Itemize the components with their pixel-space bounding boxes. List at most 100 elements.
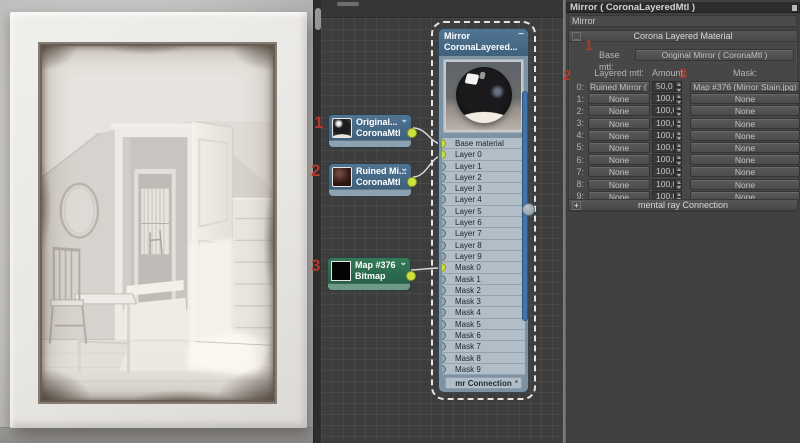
node-slot[interactable]: Layer 7 xyxy=(442,228,525,239)
layered-mtl-button[interactable]: None xyxy=(588,93,650,104)
chevron-down-icon[interactable]: ⌄ xyxy=(400,164,408,174)
slot-socket[interactable] xyxy=(442,252,446,261)
amount-spinner[interactable] xyxy=(675,130,682,141)
rollout-header[interactable]: _ Corona Layered Material xyxy=(569,31,797,42)
amount-spinner[interactable] xyxy=(675,166,682,177)
output-socket[interactable] xyxy=(407,177,417,187)
chevron-down-icon[interactable]: ⌄ xyxy=(399,258,407,268)
node-slot[interactable]: Base material xyxy=(442,138,525,149)
collapse-minus-icon[interactable]: _ xyxy=(572,32,581,41)
collapsed-body[interactable] xyxy=(329,140,411,147)
amount-spinner[interactable] xyxy=(675,118,682,129)
amount-spinner[interactable] xyxy=(675,179,682,190)
slot-socket[interactable] xyxy=(442,195,446,204)
slot-socket[interactable] xyxy=(442,320,446,329)
amount-field[interactable]: 100,0 xyxy=(652,93,675,104)
node-slot[interactable]: Mask 4 xyxy=(442,307,525,318)
layered-mtl-button[interactable]: None xyxy=(588,154,650,165)
layered-mtl-button[interactable]: None xyxy=(588,179,650,190)
mask-button[interactable]: None xyxy=(690,105,800,116)
amount-spinner[interactable] xyxy=(675,154,682,165)
slot-socket[interactable] xyxy=(442,275,446,284)
amount-field[interactable]: 100,0 xyxy=(652,142,675,153)
spinner-down-icon[interactable] xyxy=(675,160,682,166)
node-slot[interactable]: Mask 9 xyxy=(442,364,525,375)
node-slot[interactable]: Layer 0 xyxy=(442,149,525,160)
slot-socket[interactable] xyxy=(442,354,446,363)
amount-spinner[interactable] xyxy=(675,93,682,104)
layered-mtl-button[interactable]: None xyxy=(588,142,650,153)
node-slot[interactable]: Mask 8 xyxy=(442,353,525,364)
node-original-coronamtl[interactable]: Original... CoronaMtl ⌄ xyxy=(328,114,412,148)
base-mtl-button[interactable]: Original Mirror ( CoronaMtl ) xyxy=(635,49,794,61)
layered-mtl-button[interactable]: None xyxy=(588,166,650,177)
slot-socket[interactable] xyxy=(442,139,446,148)
vertical-scrollbar[interactable] xyxy=(313,0,321,443)
mask-button[interactable]: None xyxy=(690,179,800,190)
node-slot[interactable]: Mask 1 xyxy=(442,274,525,285)
node-ruined-coronamtl[interactable]: Ruined Mi... CoronaMtl ⌄ xyxy=(328,163,412,197)
expand-plus-icon[interactable]: + xyxy=(572,201,581,210)
collapsed-body[interactable] xyxy=(329,189,411,196)
output-socket[interactable] xyxy=(407,128,417,138)
node-slot[interactable]: Layer 5 xyxy=(442,206,525,217)
amount-spinner[interactable] xyxy=(675,142,682,153)
mask-button[interactable]: None xyxy=(690,166,800,177)
node-slot[interactable]: Mask 2 xyxy=(442,285,525,296)
node-slot[interactable]: Layer 2 xyxy=(442,172,525,183)
spinner-down-icon[interactable] xyxy=(675,172,682,178)
scrollbar-thumb[interactable] xyxy=(337,2,359,6)
mask-button[interactable]: None xyxy=(690,93,800,104)
horizontal-scrollbar[interactable] xyxy=(321,0,563,18)
node-slot[interactable]: Layer 1 xyxy=(442,161,525,172)
node-header[interactable]: Map #376 Bitmap ⌄ xyxy=(328,258,410,283)
mask-button[interactable]: None xyxy=(690,130,800,141)
slot-socket[interactable] xyxy=(442,297,446,306)
node-slot[interactable]: Layer 6 xyxy=(442,217,525,228)
mask-button[interactable]: None xyxy=(690,154,800,165)
node-slot[interactable]: Mask 3 xyxy=(442,296,525,307)
node-header[interactable]: Ruined Mi... CoronaMtl ⌄ xyxy=(329,164,411,189)
amount-spinner[interactable] xyxy=(675,81,682,92)
node-slot[interactable]: Mask 5 xyxy=(442,319,525,330)
material-name-input[interactable]: Mirror xyxy=(568,15,797,27)
amount-field[interactable]: 100,0 xyxy=(652,179,675,190)
layered-mtl-button[interactable]: None xyxy=(588,105,650,116)
slot-socket[interactable] xyxy=(442,207,446,216)
node-slot[interactable]: Layer 4 xyxy=(442,194,525,205)
slot-socket[interactable] xyxy=(442,286,446,295)
mr-connection-slot[interactable]: mr Connection * xyxy=(445,377,522,389)
node-slot[interactable]: Mask 0 xyxy=(442,262,525,273)
spinner-down-icon[interactable] xyxy=(675,87,682,93)
node-slot[interactable]: Mask 6 xyxy=(442,330,525,341)
panel-menu-button[interactable] xyxy=(792,5,797,11)
node-slot[interactable]: Layer 3 xyxy=(442,183,525,194)
slot-socket[interactable] xyxy=(442,331,446,340)
layered-mtl-button[interactable]: None xyxy=(588,118,650,129)
amount-field[interactable]: 100,0 xyxy=(652,130,675,141)
output-socket[interactable] xyxy=(406,271,416,281)
slot-socket[interactable] xyxy=(442,150,446,159)
amount-field[interactable]: 100,0 xyxy=(652,166,675,177)
chevron-down-icon[interactable]: ⌄ xyxy=(400,115,408,125)
spinner-down-icon[interactable] xyxy=(675,111,682,117)
amount-field[interactable]: 100,0 xyxy=(652,105,675,116)
slot-socket[interactable] xyxy=(442,173,446,182)
node-map376-bitmap[interactable]: Map #376 Bitmap ⌄ xyxy=(327,257,411,291)
spinner-down-icon[interactable] xyxy=(675,99,682,105)
mask-button[interactable]: None xyxy=(690,142,800,153)
node-mirror-coronalayeredmtl[interactable]: Mirror CoronaLayered... − Base material … xyxy=(438,28,529,393)
slot-socket[interactable] xyxy=(442,162,446,171)
slot-socket[interactable] xyxy=(442,229,446,238)
material-preview[interactable] xyxy=(443,59,524,133)
slot-socket[interactable] xyxy=(442,365,446,374)
panel-title-bar[interactable]: Mirror ( CoronaLayeredMtl ) xyxy=(566,2,800,13)
rollout-header[interactable]: + mental ray Connection xyxy=(569,200,797,211)
node-header[interactable]: Original... CoronaMtl ⌄ xyxy=(329,115,411,140)
mask-button[interactable]: None xyxy=(690,118,800,129)
layered-mtl-button[interactable]: None xyxy=(588,130,650,141)
slot-socket[interactable] xyxy=(442,218,446,227)
amount-field[interactable]: 100,0 xyxy=(652,154,675,165)
node-slot[interactable]: Layer 8 xyxy=(442,240,525,251)
spinner-down-icon[interactable] xyxy=(675,123,682,129)
